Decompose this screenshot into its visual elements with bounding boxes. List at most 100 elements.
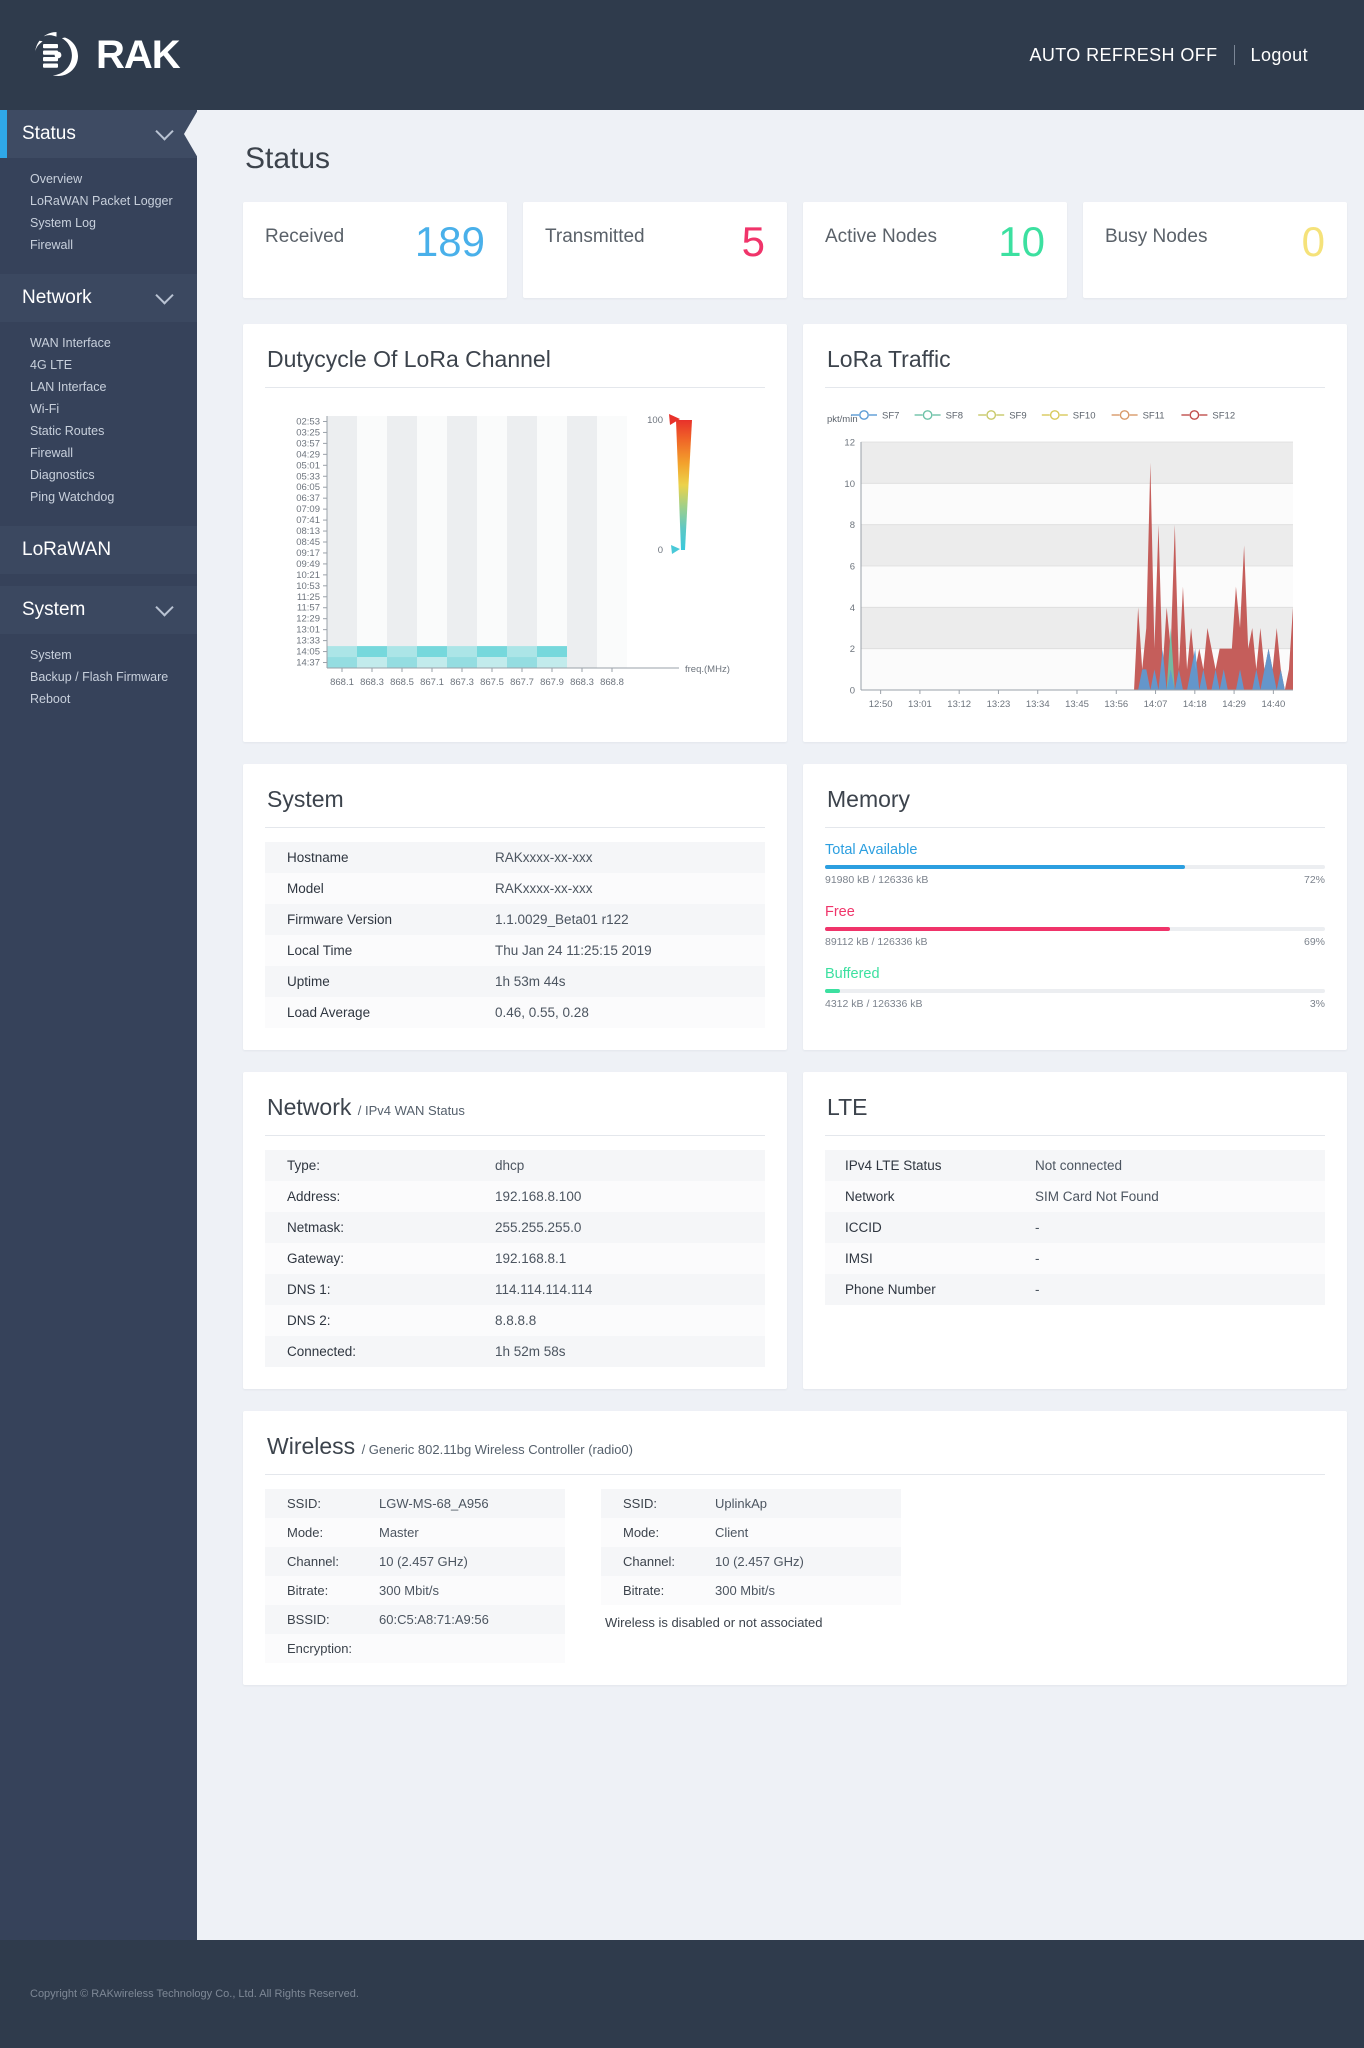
sidebar-item-firewall[interactable]: Firewall [0, 234, 197, 256]
row-value: Thu Jan 24 11:25:15 2019 [495, 943, 652, 958]
row-key: Type: [287, 1158, 321, 1173]
row-key: Mode: [287, 1525, 324, 1540]
svg-text:0: 0 [658, 545, 663, 556]
memory-detail: 91980 kB / 126336 kB [825, 874, 929, 886]
wireless-right-table: SSID: UplinkAp Mode: Client Channel: 10 (2.… [601, 1489, 901, 1605]
stat-value: 189 [414, 218, 485, 265]
row-key: Channel: [287, 1554, 340, 1569]
panel-rule [265, 1474, 1325, 1475]
page-title: Status [245, 142, 331, 175]
sidebar-item-lorawan-packet-logger[interactable]: LoRaWAN Packet Logger [0, 190, 197, 212]
svg-text:868.1: 868.1 [330, 677, 354, 688]
chevron-down-icon[interactable] [155, 598, 174, 617]
header-actions: AUTO REFRESH OFF Logout [1013, 45, 1324, 66]
sidebar-group-network[interactable]: Network [0, 274, 197, 322]
wireless-ssid-link[interactable]: LGW-MS-68_A956 [379, 1489, 565, 1518]
sidebar-item-4g-lte[interactable]: 4G LTE [0, 354, 197, 376]
sidebar-group-status[interactable]: Status [0, 110, 198, 158]
wireless-row: Wireless / Generic 802.11bg Wireless Con… [243, 1411, 1347, 1685]
svg-text:868.3: 868.3 [360, 677, 384, 688]
stat-value: 0 [1301, 218, 1325, 265]
sidebar-item-wan-interface[interactable]: WAN Interface [0, 332, 197, 354]
svg-text:02:53: 02:53 [296, 416, 320, 427]
page-footer: Copyright © RAKwireless Technology Co., … [0, 1940, 1364, 2048]
table-row: SSID: UplinkAp [601, 1489, 901, 1518]
table-row: Hostname RAKxxxx-xx-xxx [265, 842, 765, 873]
sidebar-item-backup-flash-firmware[interactable]: Backup / Flash Firmware [0, 666, 197, 688]
network-lte-row: Network / IPv4 WAN Status Type: dhcp Addr… [243, 1072, 1347, 1389]
table-row: Load Average 0.46, 0.55, 0.28 [265, 997, 765, 1028]
table-row: IPv4 LTE Status Not connected [825, 1150, 1325, 1181]
sidebar-item-wifi[interactable]: Wi-Fi [0, 398, 197, 420]
memory-detail: 89112 kB / 126336 kB [825, 936, 928, 948]
table-row: Netmask: 255.255.255.0 [265, 1212, 765, 1243]
memory-percent: 3% [1309, 998, 1325, 1010]
sidebar-item-lan-interface[interactable]: LAN Interface [0, 376, 197, 398]
auto-refresh-toggle[interactable]: AUTO REFRESH OFF [1013, 45, 1233, 66]
sidebar-group-label-system: System [22, 599, 86, 620]
wireless-radio-master: SSID: LGW-MS-68_A956 Mode: Master Channel:… [265, 1489, 565, 1663]
row-value: RAKxxxx-xx-xxx [495, 881, 593, 896]
charts-row: Dutycycle Of LoRa Channel 02:53 03:25 03:5… [243, 324, 1347, 742]
row-key: ICCID [845, 1220, 882, 1235]
sidebar-group-system[interactable]: System [0, 586, 197, 634]
sidebar-item-static-routes[interactable]: Static Routes [0, 420, 197, 442]
svg-text:13:56: 13:56 [1104, 699, 1128, 710]
system-info-table: Hostname RAKxxxx-xx-xxx Model RAKxxxx-xx-x… [265, 842, 765, 1028]
system-memory-row: System Hostname RAKxxxx-xx-xxx Model RAKxx… [243, 764, 1347, 1050]
active-pointer [184, 110, 198, 158]
svg-text:13:01: 13:01 [908, 699, 932, 710]
row-value: UplinkAp [715, 1496, 768, 1511]
svg-text:868.5: 868.5 [390, 677, 414, 688]
sidebar-sub-system: System Backup / Flash Firmware Reboot [0, 634, 197, 728]
sidebar-item-network-firewall[interactable]: Firewall [0, 442, 197, 464]
row-key: Load Average [287, 1005, 371, 1020]
row-key: Firmware Version [287, 912, 393, 927]
row-value: 192.168.8.100 [495, 1189, 582, 1204]
network-info-table: Type: dhcp Address: 192.168.8.100 Netmask:… [265, 1150, 765, 1367]
chevron-down-icon[interactable] [155, 286, 174, 305]
panel-title-wireless: Wireless / Generic 802.11bg Wireless Con… [265, 1431, 1325, 1474]
table-row: DNS 2: 8.8.8.8 [265, 1305, 765, 1336]
row-key: Netmask: [287, 1220, 345, 1235]
memory-percent: 72% [1303, 874, 1325, 886]
brand-logo[interactable]: RAK [30, 27, 181, 83]
sidebar-item-system-log[interactable]: System Log [0, 212, 197, 234]
table-row: Local Time Thu Jan 24 11:25:15 2019 [265, 935, 765, 966]
sidebar-item-ping-watchdog[interactable]: Ping Watchdog [0, 486, 197, 508]
row-key: Phone Number [845, 1282, 936, 1297]
lora-traffic-chart: pkt/min SF7 SF8 SF9 SF10 SF11 SF12 0 2 4 6 8 10 12 12:… [825, 402, 1325, 720]
svg-text:14:40: 14:40 [1261, 699, 1285, 710]
memory-meta: 4312 kB / 126336 kB 3% [825, 998, 1325, 1010]
sidebar-item-overview[interactable]: Overview [0, 168, 197, 190]
memory-label: Free [825, 904, 855, 920]
row-key: Local Time [287, 943, 353, 958]
memory-meta: 89112 kB / 126336 kB 69% [825, 936, 1325, 948]
logout-button[interactable]: Logout [1235, 45, 1324, 66]
sidebar-sub-status: Overview LoRaWAN Packet Logger System Lo… [0, 158, 197, 274]
svg-text:100: 100 [647, 415, 663, 426]
sidebar-item-diagnostics[interactable]: Diagnostics [0, 464, 197, 486]
row-value: 1h 53m 44s [495, 974, 566, 989]
memory-detail: 4312 kB / 126336 kB [825, 998, 923, 1010]
sidebar-item-system[interactable]: System [0, 644, 197, 666]
svg-text:867.3: 867.3 [450, 677, 474, 688]
row-key: Mode: [623, 1525, 660, 1540]
sidebar-group-lorawan[interactable]: LoRaWAN [0, 526, 197, 574]
row-value: 1h 52m 58s [495, 1344, 566, 1359]
table-row: SSID: LGW-MS-68_A956 [265, 1489, 565, 1518]
sidebar-item-reboot[interactable]: Reboot [0, 688, 197, 710]
row-key: Bitrate: [287, 1583, 329, 1598]
svg-text:03:57: 03:57 [296, 438, 320, 449]
svg-text:11:57: 11:57 [297, 603, 320, 614]
table-row: Firmware Version 1.1.0029_Beta01 r122 [265, 904, 765, 935]
stat-card-active-nodes: Active Nodes 10 [803, 202, 1067, 298]
svg-text:SF8: SF8 [946, 411, 963, 422]
body-wrapper: Status Overview LoRaWAN Packet Logger Sy… [0, 110, 1364, 1940]
app-root: RAK AUTO REFRESH OFF Logout Status Overv… [0, 0, 1364, 2048]
row-value: 1.1.0029_Beta01 r122 [495, 912, 629, 927]
row-key: DNS 2: [287, 1313, 331, 1328]
row-key: SSID: [623, 1496, 657, 1511]
row-value: - [1035, 1282, 1040, 1297]
chevron-down-icon[interactable] [155, 122, 174, 141]
